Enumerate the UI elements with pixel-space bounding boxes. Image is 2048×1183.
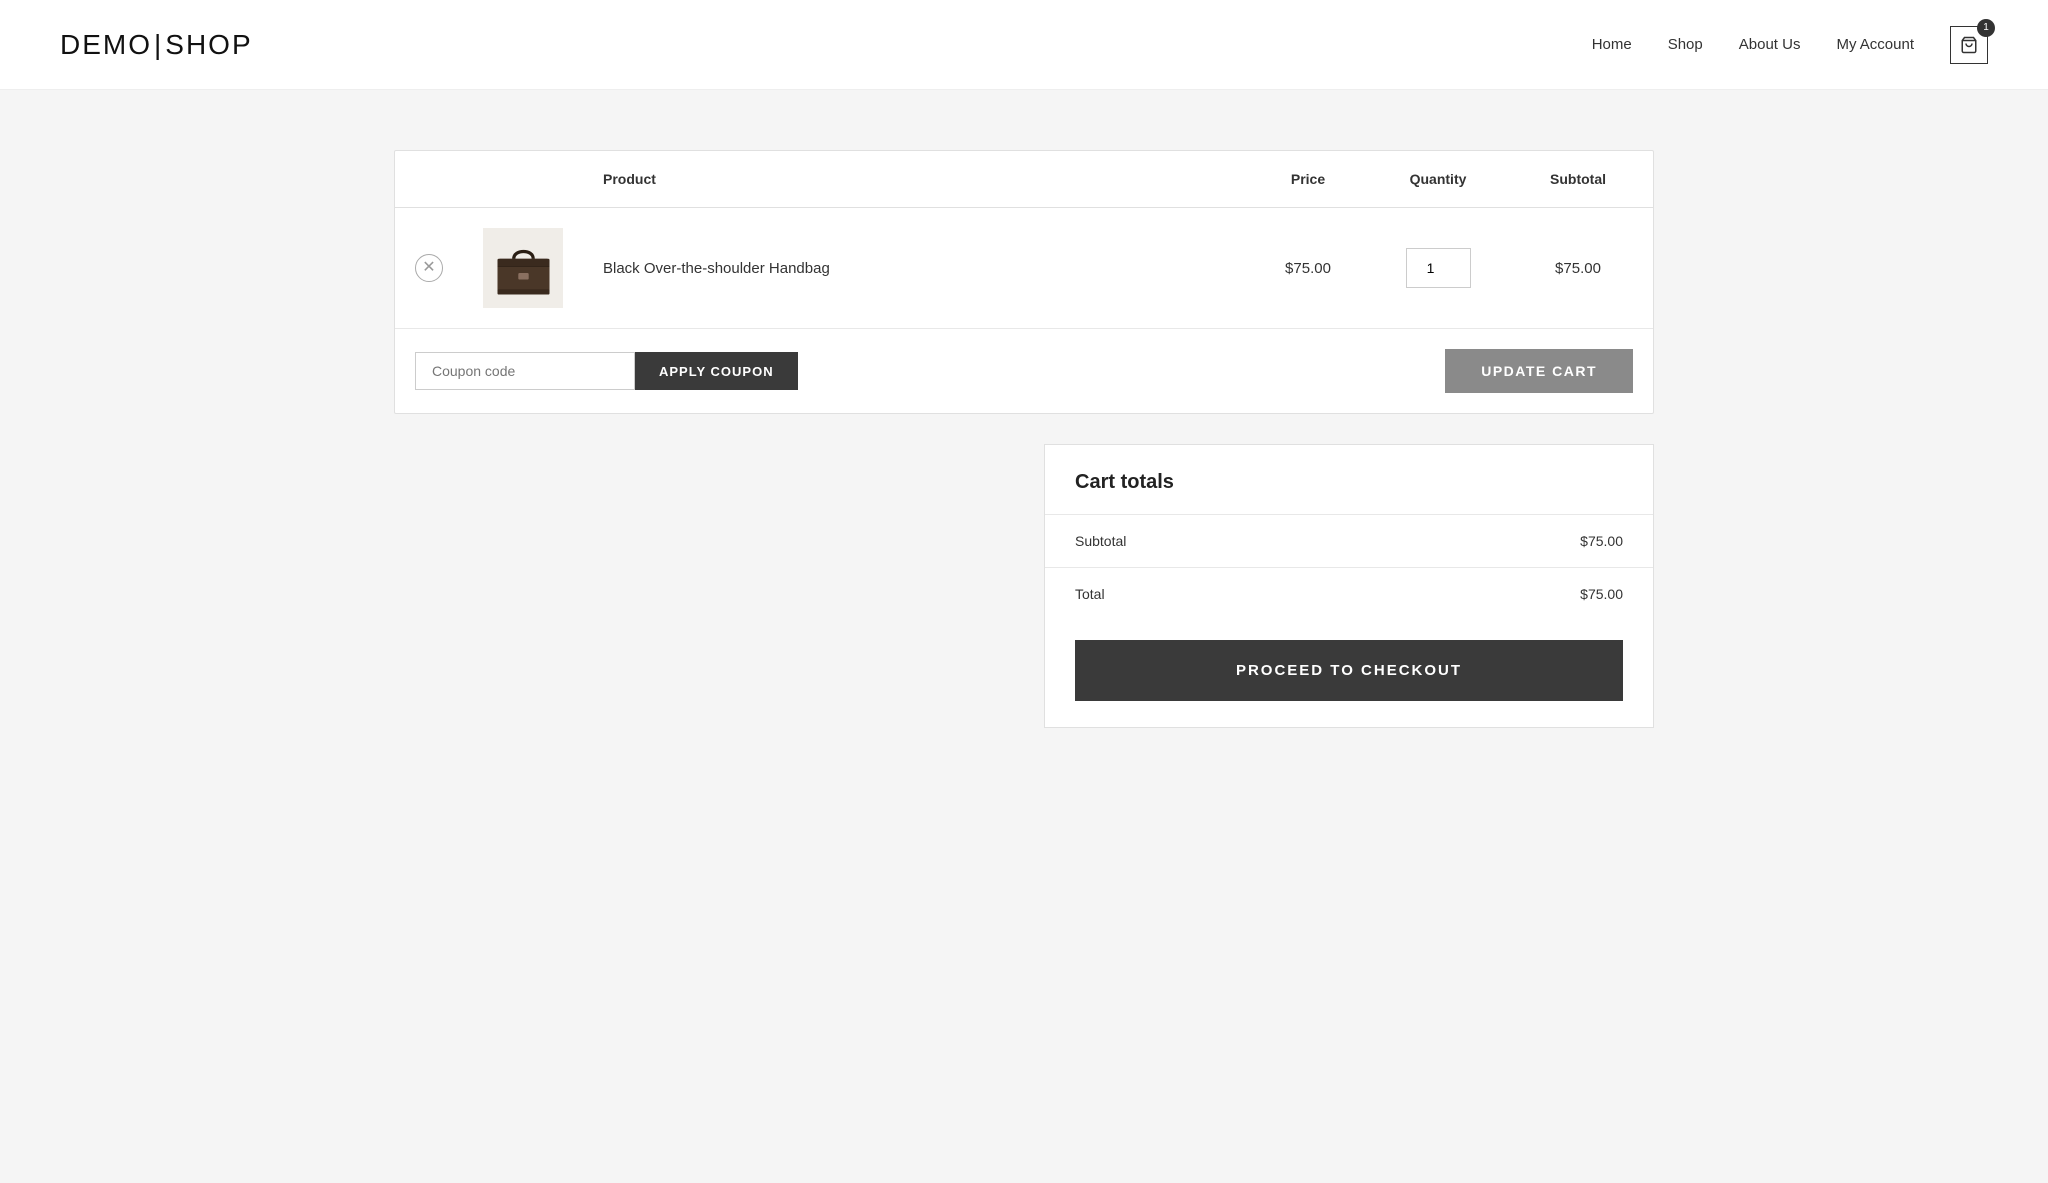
product-image-container bbox=[483, 228, 563, 308]
cart-totals-box: Cart totals Subtotal $75.00 Total $75.00… bbox=[1044, 444, 1654, 728]
apply-coupon-button[interactable]: APPLY COUPON bbox=[635, 352, 798, 390]
cart-totals-wrapper: Cart totals Subtotal $75.00 Total $75.00… bbox=[394, 444, 1654, 728]
cart-icon bbox=[1960, 36, 1978, 54]
cart-table: Product Price Quantity Subtotal ✕ bbox=[395, 151, 1653, 329]
total-label: Total bbox=[1075, 586, 1105, 602]
update-cart-button[interactable]: UPDATE CART bbox=[1445, 349, 1633, 393]
cart-count-badge: 1 bbox=[1977, 19, 1995, 37]
nav-item-shop[interactable]: Shop bbox=[1668, 36, 1703, 53]
quantity-input[interactable] bbox=[1406, 248, 1471, 288]
nav-item-home[interactable]: Home bbox=[1592, 36, 1632, 53]
logo-text-2: SHOP bbox=[165, 29, 252, 60]
cell-price: $75.00 bbox=[1243, 208, 1373, 329]
site-logo[interactable]: DEMO|SHOP bbox=[60, 29, 253, 61]
cart-button[interactable]: 1 bbox=[1950, 26, 1988, 64]
col-header-image bbox=[463, 151, 583, 208]
cart-totals-title: Cart totals bbox=[1045, 445, 1653, 514]
col-header-price: Price bbox=[1243, 151, 1373, 208]
cart-totals-subtotal-row: Subtotal $75.00 bbox=[1045, 514, 1653, 567]
cell-subtotal: $75.00 bbox=[1503, 208, 1653, 329]
cell-quantity bbox=[1373, 208, 1503, 329]
logo-text-1: DEMO bbox=[60, 29, 152, 60]
main-content: Product Price Quantity Subtotal ✕ bbox=[374, 90, 1674, 808]
cell-product-name: Black Over-the-shoulder Handbag bbox=[583, 208, 1243, 329]
remove-item-button[interactable]: ✕ bbox=[415, 254, 443, 282]
subtotal-label: Subtotal bbox=[1075, 533, 1126, 549]
table-row: ✕ bbox=[395, 208, 1653, 329]
subtotal-value: $75.00 bbox=[1580, 533, 1623, 549]
cell-product-image bbox=[463, 208, 583, 329]
proceed-to-checkout-button[interactable]: PROCEED TO CHECKOUT bbox=[1075, 640, 1623, 701]
site-header: DEMO|SHOP Home Shop About Us My Account … bbox=[0, 0, 2048, 90]
col-header-subtotal: Subtotal bbox=[1503, 151, 1653, 208]
nav-item-about[interactable]: About Us bbox=[1739, 36, 1801, 53]
logo-separator: | bbox=[154, 29, 163, 60]
cart-actions: APPLY COUPON UPDATE CART bbox=[395, 329, 1653, 413]
total-value: $75.00 bbox=[1580, 586, 1623, 602]
col-header-remove bbox=[395, 151, 463, 208]
cart-table-wrapper: Product Price Quantity Subtotal ✕ bbox=[394, 150, 1654, 414]
col-header-quantity: Quantity bbox=[1373, 151, 1503, 208]
main-nav: Home Shop About Us My Account 1 bbox=[1592, 26, 1988, 64]
product-image-handbag bbox=[491, 236, 556, 301]
coupon-input[interactable] bbox=[415, 352, 635, 390]
nav-item-account[interactable]: My Account bbox=[1836, 36, 1914, 53]
col-header-product: Product bbox=[583, 151, 1243, 208]
cart-totals-total-row: Total $75.00 bbox=[1045, 567, 1653, 620]
cell-remove: ✕ bbox=[395, 208, 463, 329]
x-icon: ✕ bbox=[422, 260, 435, 276]
coupon-area: APPLY COUPON bbox=[415, 352, 798, 390]
